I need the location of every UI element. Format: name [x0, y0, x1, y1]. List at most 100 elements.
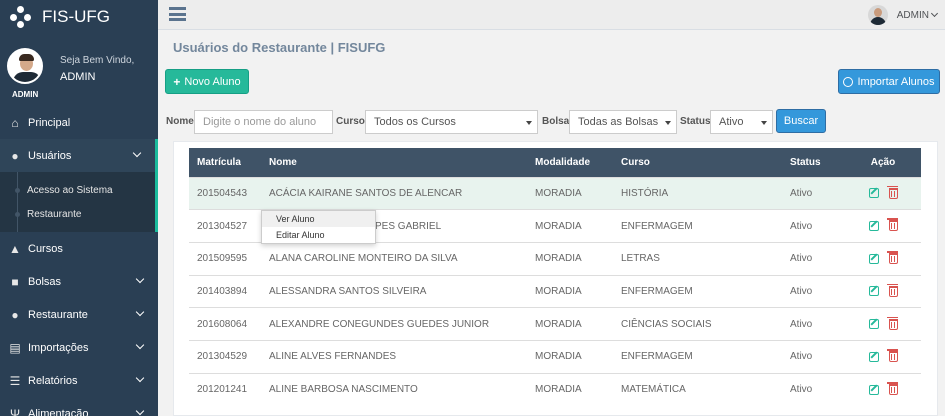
cell-acao — [845, 307, 921, 341]
sidebar-item-bolsas[interactable]: ■ Bolsas — [0, 265, 158, 298]
cell-curso: CIÊNCIAS SOCIAIS — [613, 307, 790, 341]
cell-nome: ALANA CAROLINE MONTEIRO DA SILVA — [261, 241, 527, 276]
chevron-down-icon — [135, 340, 145, 350]
sidebar-menu: ⌂ Principal ● Usuários Acesso ao Sistema… — [0, 106, 158, 416]
trash-icon[interactable] — [886, 283, 898, 297]
user-icon: ● — [11, 148, 19, 163]
welcome-text: Seja Bem Vindo, — [60, 55, 135, 66]
brand-name: FIS-UFG — [42, 7, 110, 26]
cell-matricula: 201608064 — [189, 307, 261, 341]
cell-matricula: 201201241 — [189, 372, 261, 406]
cell-matricula: 201304529 — [189, 339, 261, 374]
row-context-menu: Ver Aluno Editar Aluno — [261, 210, 376, 244]
list-icon: ☰ — [9, 373, 21, 388]
chevron-down-icon — [135, 274, 145, 284]
header-status[interactable]: Status — [790, 148, 845, 177]
top-nav: ADMIN — [158, 0, 945, 30]
cell-modalidade: MORADIA — [527, 209, 613, 243]
cell-matricula: 201304527 — [189, 209, 261, 243]
brand-logo-icon — [10, 6, 32, 28]
cell-acao — [845, 339, 921, 374]
sidebar-item-label: Importações — [28, 341, 89, 354]
chevron-down-icon — [132, 148, 142, 158]
sidebar-item-relatorios[interactable]: ☰ Relatórios — [0, 364, 158, 397]
cell-modalidade: MORADIA — [527, 339, 613, 374]
buscar-button[interactable]: Buscar — [776, 109, 826, 133]
trash-icon[interactable] — [886, 349, 898, 363]
cell-curso: ENFERMAGEM — [613, 274, 790, 308]
table-row[interactable]: 201509595 ALANA CAROLINE MONTEIRO DA SILV… — [189, 241, 921, 276]
edit-icon[interactable] — [868, 220, 879, 231]
trash-icon[interactable] — [886, 185, 898, 199]
plus-icon: + — [173, 74, 181, 89]
cell-status: Ativo — [790, 176, 845, 210]
nome-search-input[interactable]: Digite o nome do aluno — [194, 110, 333, 134]
cell-acao — [845, 209, 921, 243]
submenu-usuarios: Acesso ao Sistema Restaurante — [0, 172, 158, 232]
table-row[interactable]: 201403894 ALESSANDRA SANTOS SILVEIRA MORAD… — [189, 274, 921, 308]
header-nome[interactable]: Nome — [261, 148, 527, 177]
user-icon: ● — [11, 307, 19, 322]
trash-icon[interactable] — [886, 316, 898, 330]
cell-nome: ALEXANDRE CONEGUNDES GUEDES JUNIOR — [261, 307, 527, 341]
trash-icon[interactable] — [886, 382, 898, 396]
briefcase-icon: ■ — [11, 274, 19, 289]
status-label: Status — [680, 116, 711, 127]
table-row[interactable]: 201201241 ALINE BARBOSA NASCIMENTO MORADIA… — [189, 372, 921, 406]
cell-modalidade: MORADIA — [527, 176, 613, 210]
user-menu-label: ADMIN — [896, 9, 929, 21]
edit-icon[interactable] — [868, 253, 879, 264]
profile-username: ADMIN — [60, 71, 96, 83]
bolsa-select[interactable]: Todas as Bolsas — [569, 110, 677, 134]
students-table: Matrícula Nome Modalidade Curso Status A… — [189, 148, 921, 406]
cell-status: Ativo — [790, 209, 845, 243]
edit-icon[interactable] — [868, 351, 879, 362]
sidebar-item-alimentacao[interactable]: Ψ Alimentação — [0, 397, 158, 416]
sidebar-item-usuarios[interactable]: ● Usuários — [0, 139, 158, 172]
novo-aluno-button[interactable]: + Novo Aluno — [165, 69, 249, 94]
chevron-down-icon — [930, 9, 939, 18]
cell-nome: ALINE BARBOSA NASCIMENTO — [261, 372, 527, 406]
cell-status: Ativo — [790, 241, 845, 276]
user-menu[interactable]: ADMIN — [867, 5, 939, 25]
table-row[interactable]: 201608064 ALEXANDRE CONEGUNDES GUEDES JUN… — [189, 307, 921, 341]
edit-icon[interactable] — [868, 188, 879, 199]
header-matricula[interactable]: Matrícula — [189, 148, 261, 177]
cell-nome: ALESSANDRA SANTOS SILVEIRA — [261, 274, 527, 308]
profile-panel: ADMIN Seja Bem Vindo, ADMIN — [0, 34, 158, 102]
curso-select[interactable]: Todos os Cursos — [365, 110, 538, 134]
table-row[interactable]: 201304529 ALINE ALVES FERNANDES MORADIA ENF… — [189, 339, 921, 374]
chevron-down-icon — [135, 406, 145, 416]
sidebar-subitem-restaurante[interactable]: Restaurante — [0, 202, 155, 226]
cell-acao — [845, 176, 921, 210]
cell-nome: ACÁCIA KAIRANE SANTOS DE ALENCAR — [261, 176, 527, 210]
sidebar: FIS-UFG ADMIN Seja Bem Vindo, ADMIN ⌂ Pr… — [0, 0, 158, 416]
cell-status: Ativo — [790, 307, 845, 341]
brand[interactable]: FIS-UFG — [0, 0, 158, 34]
trash-icon[interactable] — [886, 218, 898, 232]
importar-alunos-button[interactable]: Importar Alunos — [838, 69, 940, 94]
edit-icon[interactable] — [868, 286, 879, 297]
trash-icon[interactable] — [886, 251, 898, 265]
menu-toggle-icon[interactable] — [169, 7, 186, 21]
status-select[interactable]: Ativo — [710, 110, 773, 134]
cutlery-icon: Ψ — [9, 406, 21, 416]
sidebar-subitem-acesso[interactable]: Acesso ao Sistema — [0, 178, 155, 202]
sidebar-item-cursos[interactable]: ▲ Cursos — [0, 232, 158, 265]
table-row[interactable]: 201504543 ACÁCIA KAIRANE SANTOS DE ALENCA… — [189, 176, 921, 210]
edit-icon[interactable] — [868, 319, 879, 330]
header-curso[interactable]: Curso — [613, 148, 790, 177]
editar-aluno-menu-item[interactable]: Editar Aluno — [262, 227, 375, 243]
edit-icon[interactable] — [868, 384, 879, 395]
user-avatar — [867, 5, 888, 25]
arrow-circle-icon — [843, 76, 854, 87]
chevron-down-icon — [135, 373, 145, 383]
ver-aluno-menu-item[interactable]: Ver Aluno — [262, 211, 375, 227]
table-header-row: Matrícula Nome Modalidade Curso Status A… — [189, 148, 921, 177]
header-modalidade[interactable]: Modalidade — [527, 148, 613, 177]
cell-curso: ENFERMAGEM — [613, 209, 790, 243]
sidebar-item-importacoes[interactable]: ▤ Importações — [0, 331, 158, 364]
sidebar-item-restaurante[interactable]: ● Restaurante — [0, 298, 158, 331]
cell-matricula: 201509595 — [189, 241, 261, 276]
cell-modalidade: MORADIA — [527, 274, 613, 308]
